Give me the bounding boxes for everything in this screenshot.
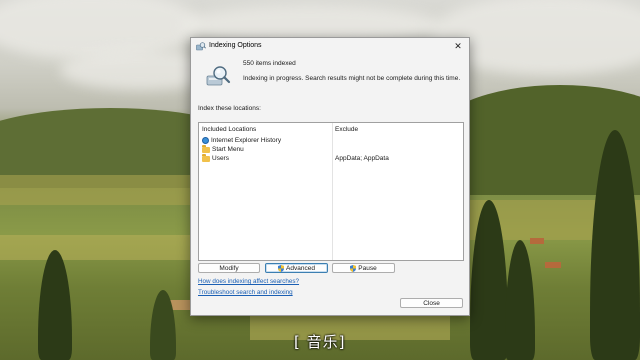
location-exclude: AppData; AppData — [335, 155, 389, 162]
location-name: Start Menu — [212, 146, 244, 153]
uac-shield-icon — [350, 264, 357, 272]
included-locations-header[interactable]: Included Locations — [202, 126, 256, 133]
list-item[interactable]: Internet Explorer History — [202, 136, 281, 145]
pause-button[interactable]: Pause — [332, 263, 395, 273]
uac-shield-icon — [278, 264, 285, 272]
modify-label: Modify — [219, 264, 239, 272]
how-indexing-affects-link[interactable]: How does indexing affect searches? — [198, 278, 299, 285]
folder-icon — [202, 154, 210, 162]
column-divider — [332, 123, 333, 260]
list-item[interactable]: Users — [202, 154, 229, 163]
indexing-options-icon — [196, 42, 206, 51]
troubleshoot-link[interactable]: Troubleshoot search and indexing — [198, 289, 293, 296]
pause-label: Pause — [358, 264, 377, 272]
title-bar[interactable]: Indexing Options ✕ — [191, 38, 469, 54]
internet-explorer-icon — [202, 137, 209, 144]
items-indexed-count: 550 items indexed — [243, 60, 296, 67]
modify-button[interactable]: Modify — [198, 263, 260, 273]
advanced-label: Advanced — [286, 264, 315, 272]
close-label: Close — [423, 299, 440, 307]
close-icon[interactable]: ✕ — [452, 40, 464, 52]
close-button[interactable]: Close — [400, 298, 463, 308]
video-caption: [ 音乐] — [294, 333, 346, 351]
location-name: Internet Explorer History — [211, 137, 282, 144]
indexing-magnifier-icon — [206, 66, 231, 86]
indexing-options-dialog: Indexing Options ✕ 550 items indexed Ind… — [190, 37, 470, 316]
window-title: Indexing Options — [209, 42, 262, 49]
exclude-header[interactable]: Exclude — [335, 126, 358, 133]
locations-list[interactable]: Included Locations Exclude Internet Expl… — [198, 122, 464, 261]
index-locations-label: Index these locations: — [198, 105, 261, 112]
indexing-status-text: Indexing in progress. Search results mig… — [243, 75, 461, 82]
list-item[interactable]: Start Menu — [202, 145, 244, 154]
advanced-button[interactable]: Advanced — [265, 263, 328, 273]
folder-icon — [202, 145, 210, 153]
location-name: Users — [212, 155, 229, 162]
